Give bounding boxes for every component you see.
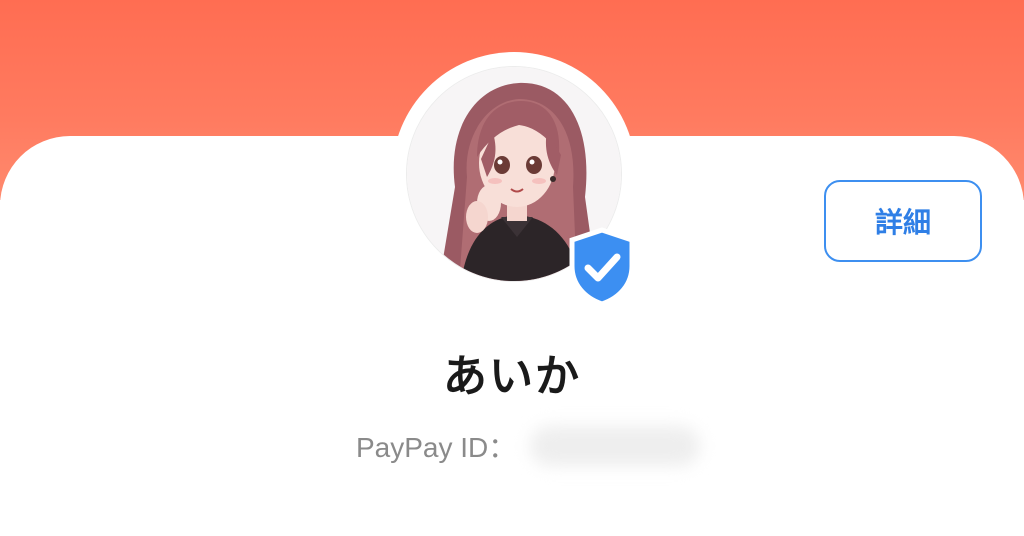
details-button[interactable]: 詳細 <box>824 180 982 262</box>
shield-check-icon <box>569 227 635 307</box>
paypay-id-label: PayPay ID： <box>356 432 517 463</box>
user-name: あいか <box>443 351 581 402</box>
paypay-id-value <box>530 426 701 466</box>
paypay-id-row: PayPay ID： <box>356 424 701 468</box>
